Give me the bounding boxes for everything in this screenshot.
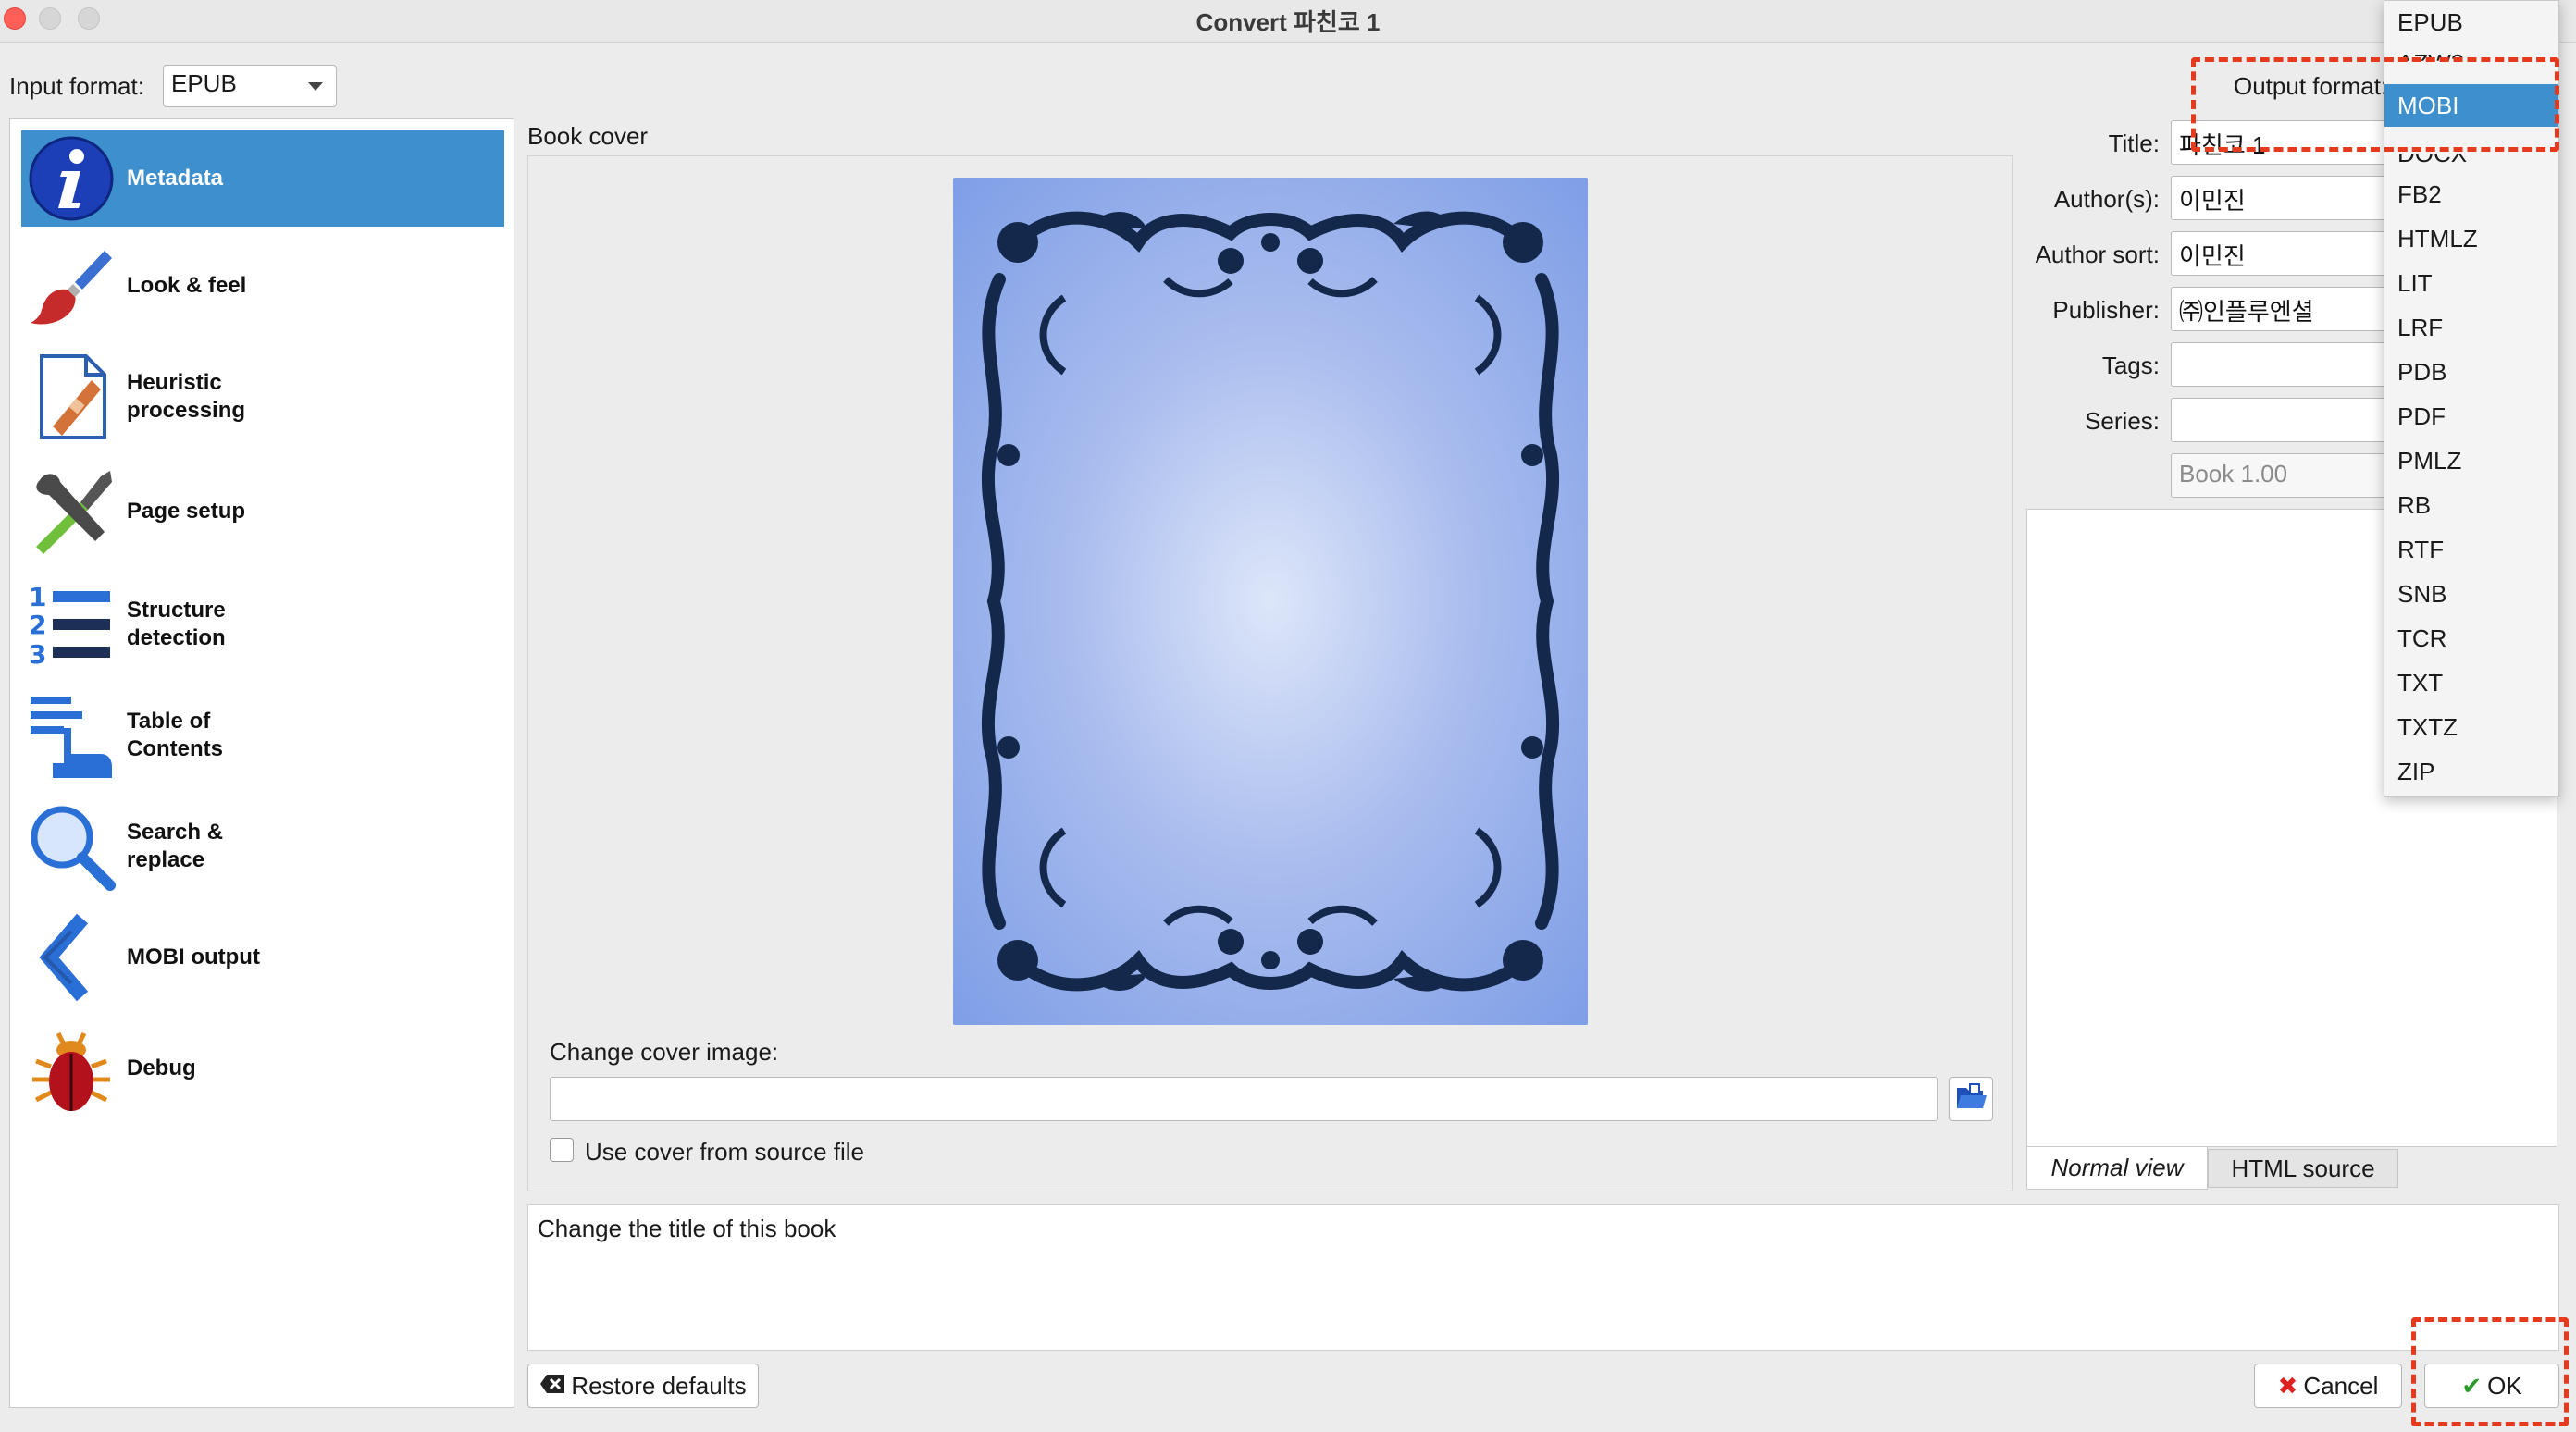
title-bar: Convert 파친코 1 <box>0 0 2576 43</box>
folder-open-icon <box>1955 1082 1987 1117</box>
authors-input[interactable]: 이민진 <box>2171 176 2393 220</box>
ok-button[interactable]: ✔ OK <box>2424 1364 2559 1408</box>
x-icon: ✖ <box>2277 1371 2298 1400</box>
title-label: Title: <box>2108 130 2160 157</box>
bug-icon <box>25 1022 118 1115</box>
series-input[interactable] <box>2171 398 2393 442</box>
svg-text:2: 2 <box>29 610 46 640</box>
ok-label: OK <box>2487 1371 2522 1400</box>
sidebar-item-label: Search & replace <box>127 820 224 872</box>
sidebar-item-look-feel[interactable]: Look & feel <box>21 238 504 334</box>
sidebar-item-structure-detection[interactable]: 1 2 3 Structure detection <box>21 576 504 673</box>
book-cover-heading: Book cover <box>527 122 649 150</box>
sidebar-item-label: Debug <box>127 1055 196 1080</box>
cancel-label: Cancel <box>2303 1371 2379 1400</box>
cancel-button[interactable]: ✖ Cancel <box>2254 1364 2402 1408</box>
input-format-label: Input format: <box>9 72 144 100</box>
sidebar-item-label: MOBI output <box>127 944 260 969</box>
output-format-label: Output format: <box>2234 72 2388 100</box>
svg-text:3: 3 <box>29 639 46 669</box>
checkmark-icon: ✔ <box>2461 1371 2483 1400</box>
format-option-lit[interactable]: LIT <box>2384 262 2558 304</box>
sidebar-item-mobi-output[interactable]: MOBI output <box>21 909 504 1006</box>
sidebar: Metadata Look & feel Heuristic processin… <box>9 118 514 1408</box>
chevron-left-icon <box>25 911 118 1004</box>
help-description: Change the title of this book <box>527 1204 2559 1351</box>
window-title: Convert 파친코 1 <box>1195 8 1381 36</box>
format-option-zip[interactable]: ZIP <box>2384 750 2558 793</box>
format-option-lrf[interactable]: LRF <box>2384 306 2558 349</box>
sidebar-item-metadata[interactable]: Metadata <box>21 130 504 227</box>
numbered-list-icon: 1 2 3 <box>25 578 118 671</box>
series-index-spinbox[interactable]: Book 1.00 <box>2171 453 2393 498</box>
browse-cover-button[interactable] <box>1949 1077 1993 1121</box>
restore-defaults-button[interactable]: Restore defaults <box>527 1364 759 1408</box>
sidebar-item-heuristic-processing[interactable]: Heuristic processing <box>21 349 504 445</box>
format-option-pdf[interactable]: PDF <box>2384 395 2558 438</box>
author-sort-label: Author sort: <box>2035 241 2160 268</box>
tab-html-source[interactable]: HTML source <box>2208 1149 2398 1188</box>
sidebar-item-search-replace[interactable]: Search & replace <box>21 798 504 895</box>
format-option-txt[interactable]: TXT <box>2384 661 2558 704</box>
input-format-select[interactable]: EPUB <box>163 65 337 107</box>
use-cover-from-source-label: Use cover from source file <box>585 1138 864 1166</box>
format-option-rtf[interactable]: RTF <box>2384 528 2558 571</box>
format-option-fb2[interactable]: FB2 <box>2384 173 2558 216</box>
paintbrush-icon <box>25 240 118 332</box>
change-cover-label: Change cover image: <box>550 1038 779 1066</box>
cover-image <box>953 178 1588 1025</box>
tab-normal-view[interactable]: Normal view <box>2026 1147 2208 1190</box>
sidebar-item-label: Heuristic processing <box>127 370 246 423</box>
authors-label: Author(s): <box>2053 185 2160 213</box>
format-option-docx[interactable]: DOCX <box>2384 154 2558 175</box>
format-option-txtz[interactable]: TXTZ <box>2384 706 2558 748</box>
document-bandage-icon <box>25 351 118 443</box>
sidebar-item-debug[interactable]: Debug <box>21 1020 504 1117</box>
sidebar-item-label: Page setup <box>127 499 246 524</box>
output-format-dropdown[interactable]: EPUB AZW3 MOBI DOCX FB2 HTMLZ LIT LRF PD… <box>2384 0 2559 797</box>
sidebar-item-label: Structure detection <box>127 598 226 650</box>
format-option-htmlz[interactable]: HTMLZ <box>2384 217 2558 260</box>
publisher-input[interactable]: ㈜인플루엔셜 <box>2171 287 2393 331</box>
magnifier-icon <box>25 800 118 893</box>
info-icon <box>25 132 118 225</box>
format-option-azw3[interactable]: AZW3 <box>2384 42 2558 61</box>
convert-window: Convert 파친코 1 Input format: EPUB Metadat… <box>0 0 2576 1432</box>
sidebar-item-label: Metadata <box>127 166 224 191</box>
use-cover-from-source-checkbox[interactable] <box>550 1138 574 1162</box>
sidebar-item-label: Table of Contents <box>127 709 223 761</box>
restore-defaults-label: Restore defaults <box>571 1371 747 1400</box>
toc-hand-icon <box>25 689 118 782</box>
format-option-tcr[interactable]: TCR <box>2384 617 2558 660</box>
svg-text:1: 1 <box>29 582 46 612</box>
publisher-label: Publisher: <box>2052 296 2160 324</box>
title-input[interactable]: 파친코 1 <box>2171 120 2393 165</box>
sidebar-item-page-setup[interactable]: Page setup <box>21 463 504 560</box>
format-option-epub[interactable]: EPUB <box>2384 1 2558 43</box>
format-option-rb[interactable]: RB <box>2384 484 2558 526</box>
series-label: Series: <box>2085 407 2160 435</box>
format-option-mobi[interactable]: MOBI <box>2384 84 2558 127</box>
tags-label: Tags: <box>2101 352 2160 379</box>
author-sort-input[interactable]: 이민진 <box>2171 231 2393 276</box>
clear-icon <box>539 1372 565 1401</box>
chevron-down-icon <box>308 82 323 91</box>
sidebar-item-label: Look & feel <box>127 273 247 298</box>
format-option-snb[interactable]: SNB <box>2384 573 2558 615</box>
format-option-pmlz[interactable]: PMLZ <box>2384 439 2558 482</box>
tools-icon <box>25 465 118 558</box>
format-option-pdb[interactable]: PDB <box>2384 351 2558 393</box>
tags-input[interactable] <box>2171 342 2393 387</box>
sidebar-item-table-of-contents[interactable]: Table of Contents <box>21 687 504 784</box>
cover-path-input[interactable] <box>550 1077 1938 1121</box>
input-format-value: EPUB <box>171 69 237 97</box>
